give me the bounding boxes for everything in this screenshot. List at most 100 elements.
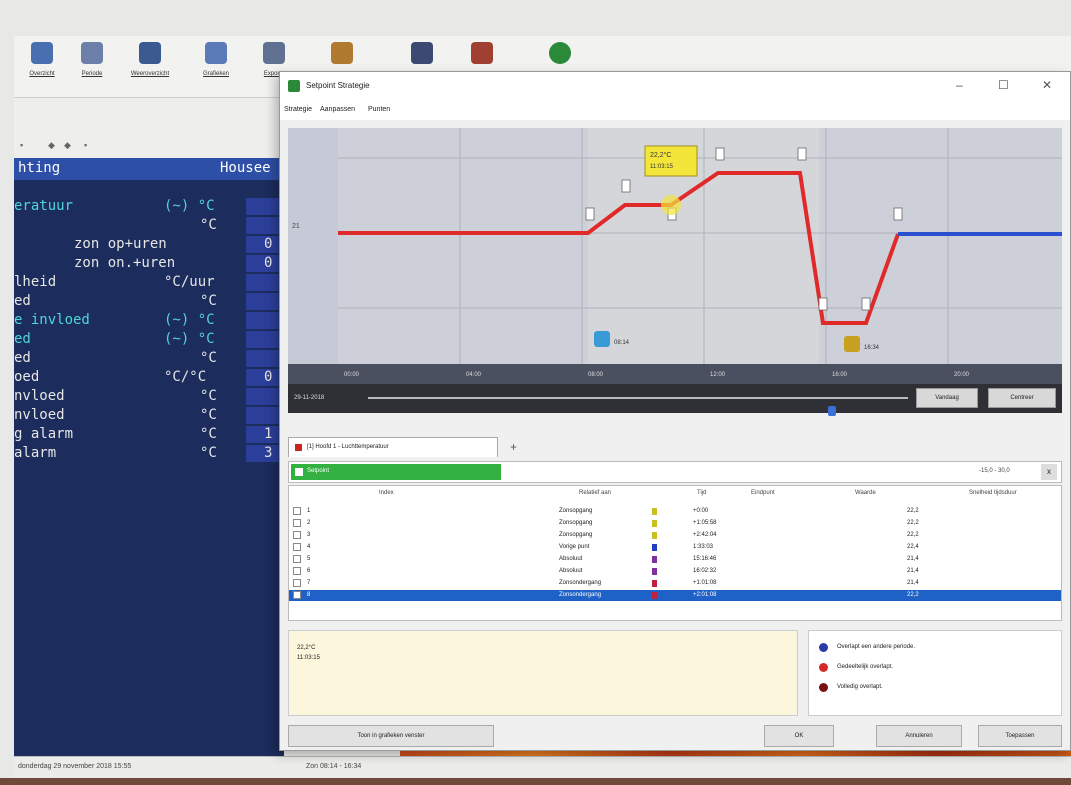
menu-punten[interactable]: Punten [368, 106, 390, 113]
toolbar-button-periode[interactable]: Periode [64, 40, 120, 92]
apply-button[interactable]: Toepassen [978, 725, 1062, 747]
document-icon [31, 42, 53, 64]
toolbar-small-icon[interactable]: ◆ [48, 140, 55, 151]
row-checkbox[interactable] [293, 519, 301, 527]
table-row[interactable]: 2 Zonsopgang +1:05:58 22,2 [289, 518, 1061, 529]
ok-button[interactable]: OK [764, 725, 834, 747]
tab-label: [1] Hoofd 1 - Luchttemperatuur [307, 444, 389, 450]
cell-index: 1 [307, 508, 311, 514]
table-row[interactable]: 5 Absoluut 15:16:46 21,4 [289, 554, 1061, 565]
add-tab-button[interactable]: + [510, 440, 517, 454]
cell-index: 3 [307, 532, 311, 538]
timeline-row: 29-11-2018 Vandaag Centreer [288, 384, 1062, 416]
maximize-button[interactable]: ☐ [998, 78, 1009, 92]
col-header-index[interactable]: Index [379, 490, 394, 496]
toolbar-button-grafieken[interactable]: Grafieken [188, 40, 244, 92]
legend: Overlapt een andere periode. Gedeeltelij… [808, 630, 1062, 716]
cell-relative: Zonsopgang [559, 520, 593, 526]
tooltip-time: 11:03:15 [650, 164, 674, 170]
terminal-label: eratuur [14, 198, 74, 214]
table-row[interactable]: 4 Vorige punt 1:33:03 22,4 [289, 542, 1061, 553]
today-button[interactable]: Vandaag [916, 388, 978, 408]
toolbar-small-icon[interactable]: ◆ [64, 140, 71, 151]
setpoint-table: Index Relatief aan Tijd Eindpunt Waarde … [288, 485, 1062, 621]
terminal-value: 1 [264, 426, 273, 442]
toolbar-button-overzicht[interactable]: Overzicht [14, 40, 70, 92]
info-box: 22,2°C 11:03:15 [288, 630, 798, 716]
row-checkbox[interactable] [293, 579, 301, 587]
cell-relative: Vorige punt [559, 544, 590, 550]
setpoint-chart[interactable]: 21 22,2°C 11:03:15 08:14 16:34 00:00 04:… [288, 128, 1062, 416]
row-checkbox[interactable] [293, 543, 301, 551]
terminal-unit: °C [200, 293, 217, 309]
terminal-value: 0 [264, 236, 273, 252]
row-checkbox[interactable] [293, 531, 301, 539]
terminal-label: nvloed [14, 407, 65, 423]
tab-row: [1] Hoofd 1 - Luchttemperatuur + [288, 437, 1062, 457]
cell-time: 1:33:03 [693, 544, 714, 550]
cell-value: 22,4 [907, 544, 919, 550]
range-close-button[interactable]: x [1041, 464, 1057, 480]
toolbar-small-icon[interactable]: ▪ [84, 140, 87, 150]
export-icon [263, 42, 285, 64]
col-header-endpoint[interactable]: Eindpunt [751, 490, 775, 496]
table-row[interactable]: 1 Zonsopgang +0:00 22,2 [289, 506, 1061, 517]
relative-marker-icon [652, 592, 657, 599]
terminal-value: 3 [264, 445, 273, 461]
selected-point-highlight[interactable] [661, 195, 681, 215]
show-in-graph-button[interactable]: Toon in grafieken venster [288, 725, 494, 747]
setpoint-bar[interactable]: Setpoint [291, 464, 501, 480]
terminal-row: lheid °C/uur [14, 274, 284, 291]
terminal-label: e invloed [14, 312, 90, 328]
menu-aanpassen[interactable]: Aanpassen [320, 106, 355, 113]
dialog-titlebar[interactable]: Setpoint Strategie – ☐ ✕ [280, 72, 1070, 102]
close-button[interactable]: ✕ [1042, 78, 1052, 92]
legend-dot-icon [819, 683, 828, 692]
time-label: 12:00 [710, 372, 726, 378]
tab-air-temperature[interactable]: [1] Hoofd 1 - Luchttemperatuur [288, 437, 498, 457]
chart-canvas[interactable]: 21 22,2°C 11:03:15 08:14 16:34 00:00 04:… [288, 128, 1062, 413]
table-row[interactable]: 6 Absoluut 16:02:32 21,4 [289, 566, 1061, 577]
toolbar-small-icon[interactable]: ▪ [20, 140, 23, 150]
cell-relative: Zonsopgang [559, 532, 593, 538]
terminal-label: oed [14, 369, 40, 385]
minimize-button[interactable]: – [956, 78, 963, 92]
terminal-unit: °C/uur [164, 274, 215, 290]
center-button[interactable]: Centreer [988, 388, 1056, 408]
col-header-speed[interactable]: Snelheid tijdsduur [969, 490, 1017, 496]
menu-strategie[interactable]: Strategie [284, 106, 312, 113]
row-checkbox[interactable] [293, 555, 301, 563]
row-checkbox[interactable] [293, 591, 301, 599]
relative-marker-icon [652, 508, 657, 515]
terminal-unit: °C [200, 217, 217, 233]
terminal-header-left: hting [18, 160, 61, 176]
cell-time: 16:02:32 [693, 568, 717, 574]
toolbar-button-label: Periode [81, 71, 103, 77]
cell-value: 21,4 [907, 580, 919, 586]
relative-marker-icon [652, 556, 657, 563]
row-checkbox[interactable] [293, 507, 301, 515]
terminal-row: ed °C [14, 350, 284, 367]
terminal-unit: (~) °C [164, 198, 215, 214]
toolbar-button-label: Overzicht [29, 71, 55, 77]
time-label: 20:00 [954, 372, 970, 378]
cell-time: +2:42:04 [693, 532, 717, 538]
setpoint-label: Setpoint [307, 468, 330, 474]
table-row[interactable]: 8 Zonsondergang +2:01:08 22,2 [289, 590, 1061, 601]
col-header-time[interactable]: Tijd [697, 490, 706, 496]
sunset-icon [844, 336, 860, 352]
toolbar-button-label: Weeroverzicht [130, 71, 170, 77]
col-header-value[interactable]: Waarde [855, 490, 876, 496]
toolbar-button-weeroverzicht[interactable]: Weeroverzicht [122, 40, 178, 92]
y-axis-label: 21 [292, 223, 300, 230]
row-checkbox[interactable] [293, 567, 301, 575]
sunrise-label: 08:14 [614, 340, 630, 346]
table-row[interactable]: 7 Zonsondergang +1:01:08 21,4 [289, 578, 1061, 589]
terminal-row: zon op+uren 0 [14, 236, 284, 253]
timeline-slider[interactable] [368, 397, 908, 416]
timeline-slider-knob[interactable] [828, 406, 837, 416]
col-header-relative[interactable]: Relatief aan [579, 490, 611, 496]
terminal-value: 0 [264, 255, 273, 271]
table-row[interactable]: 3 Zonsopgang +2:42:04 22,2 [289, 530, 1061, 541]
cancel-button[interactable]: Annuleren [876, 725, 962, 747]
